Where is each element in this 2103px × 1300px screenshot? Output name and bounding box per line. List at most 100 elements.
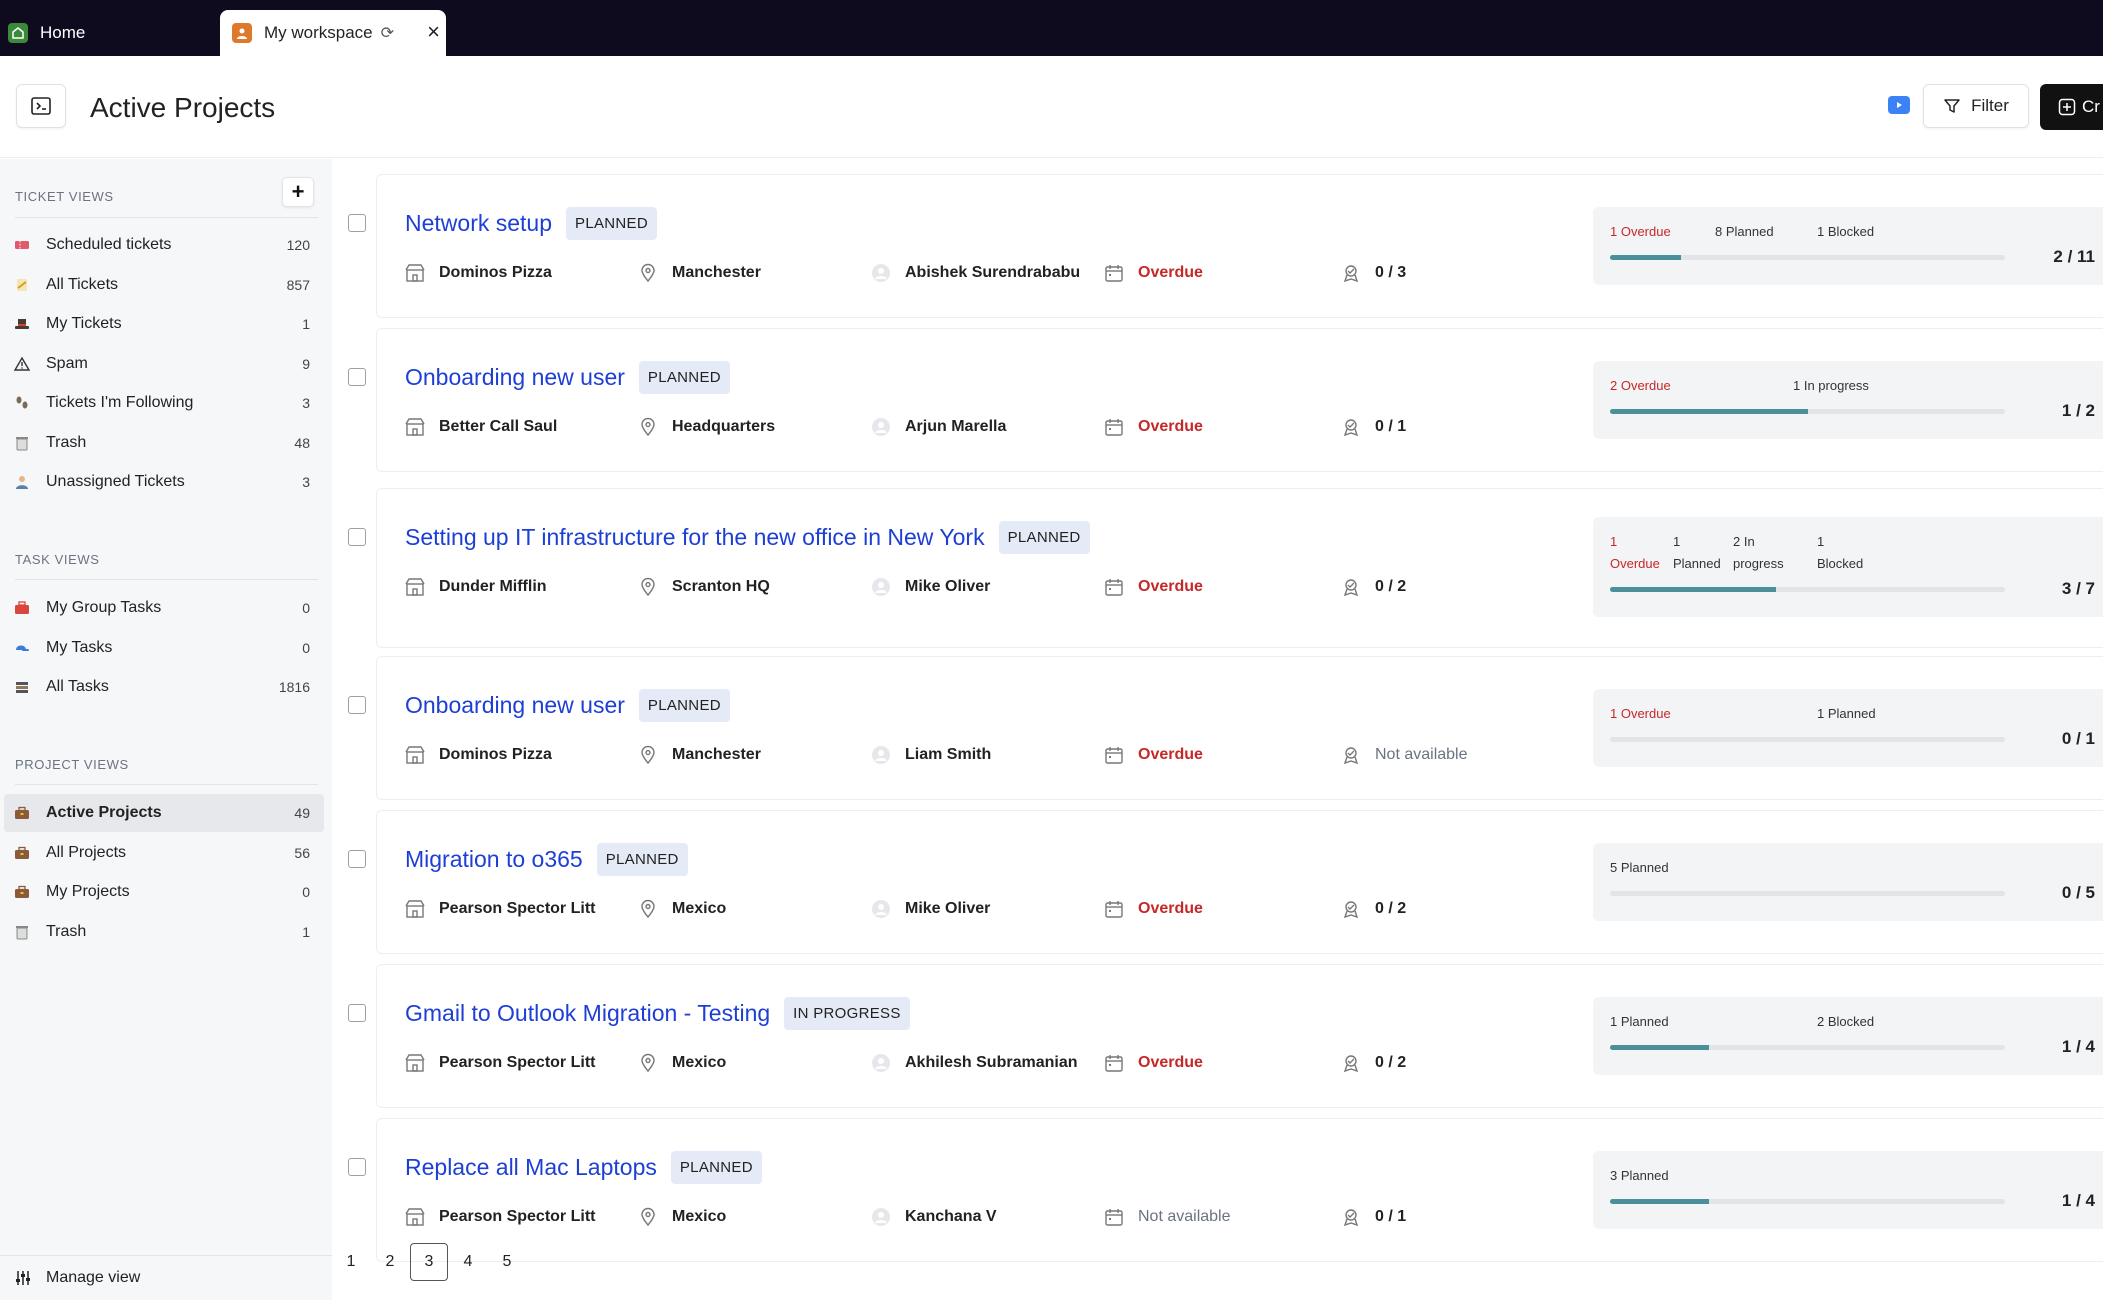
refresh-icon[interactable]: ⟳: [381, 23, 394, 43]
project-title[interactable]: Onboarding new user PLANNED: [405, 689, 730, 722]
sidebar-item-spam[interactable]: Spam 9: [4, 345, 324, 383]
trash-icon: [12, 435, 32, 451]
project-card[interactable]: Network setup PLANNED Dominos Pizza Manches…: [348, 174, 2103, 318]
progress-ratio: 1 / 4: [2061, 1191, 2095, 1210]
project-checkbox[interactable]: [348, 850, 366, 868]
sidebar-item-scheduled-tickets[interactable]: Scheduled tickets 120: [4, 226, 324, 264]
tab-my-workspace[interactable]: My workspace ⟳ ×: [220, 10, 446, 56]
progress-bar-fill: [1610, 1199, 1709, 1204]
add-view-button[interactable]: +: [282, 177, 314, 207]
project-title[interactable]: Replace all Mac Laptops PLANNED: [405, 1151, 762, 1184]
project-title-link[interactable]: Network setup: [405, 210, 552, 237]
assignee: Mike Oliver: [871, 899, 990, 919]
video-icon[interactable]: [1888, 96, 1910, 114]
page-3-button[interactable]: 3: [410, 1243, 448, 1281]
manage-view-button[interactable]: Manage view: [0, 1255, 332, 1300]
project-title[interactable]: Setting up IT infrastructure for the new…: [405, 521, 1090, 554]
sidebar-item-label: My Group Tasks: [46, 599, 162, 616]
sidebar-item-my-projects[interactable]: My Projects 0: [4, 873, 324, 911]
project-checkbox[interactable]: [348, 696, 366, 714]
sidebar-toggle-button[interactable]: [16, 84, 66, 128]
sidebar-item-my-tasks[interactable]: My Tasks 0: [4, 629, 324, 667]
project-checkbox[interactable]: [348, 368, 366, 386]
progress-summary: 5 Planned 0 / 5: [1593, 843, 2103, 921]
sidebar-item-tickets-i-m-following[interactable]: Tickets I'm Following 3: [4, 384, 324, 422]
due-date: Overdue: [1104, 1053, 1203, 1073]
progress-label-line: 8 Planned: [1715, 224, 1774, 239]
company: Pearson Spector Litt: [405, 1053, 595, 1073]
sidebar-item-all-projects[interactable]: All Projects 56: [4, 834, 324, 872]
sidebar-item-all-tickets[interactable]: All Tickets 857: [4, 266, 324, 304]
project-card[interactable]: Onboarding new user PLANNED Better Call Sa…: [348, 328, 2103, 472]
project-checkbox[interactable]: [348, 214, 366, 232]
calendar-icon: [1104, 263, 1138, 283]
create-button[interactable]: Cr: [2040, 84, 2103, 130]
progress-label-line: Planned: [1673, 556, 1721, 571]
trash-icon: [12, 924, 32, 940]
project-title[interactable]: Network setup PLANNED: [405, 207, 657, 240]
progress-label: 2 Blocked: [1817, 1011, 1874, 1033]
sidebar-item-active-projects[interactable]: Active Projects 49: [4, 794, 324, 832]
project-title[interactable]: Onboarding new user PLANNED: [405, 361, 730, 394]
filter-button[interactable]: Filter: [1923, 84, 2029, 128]
project-card[interactable]: Onboarding new user PLANNED Dominos Pizza M…: [348, 656, 2103, 800]
project-title-link[interactable]: Setting up IT infrastructure for the new…: [405, 524, 985, 551]
due-date: Overdue: [1104, 417, 1203, 437]
page-4-button[interactable]: 4: [449, 1243, 487, 1281]
sidebar-item-my-group-tasks[interactable]: My Group Tasks 0: [4, 589, 324, 627]
progress-ratio: 1 / 4: [2061, 1037, 2095, 1056]
avatar-icon: [871, 1053, 905, 1073]
avatar-icon: [871, 899, 905, 919]
project-title-link[interactable]: Gmail to Outlook Migration - Testing: [405, 1000, 770, 1027]
divider: [15, 579, 318, 580]
project-title-link[interactable]: Onboarding new user: [405, 364, 625, 391]
project-title-link[interactable]: Replace all Mac Laptops: [405, 1154, 657, 1181]
progress-ratio: 0 / 5: [2061, 883, 2095, 902]
location-value: Headquarters: [672, 418, 776, 435]
close-icon[interactable]: ×: [427, 21, 440, 43]
sidebar-item-all-tasks[interactable]: All Tasks 1816: [4, 668, 324, 706]
project-title-link[interactable]: Migration to o365: [405, 846, 583, 873]
project-title[interactable]: Migration to o365 PLANNED: [405, 843, 688, 876]
sidebar-item-label: All Tasks: [46, 678, 109, 695]
project-title[interactable]: Gmail to Outlook Migration - Testing IN P…: [405, 997, 910, 1030]
project-title-link[interactable]: Onboarding new user: [405, 692, 625, 719]
page-1-button[interactable]: 1: [332, 1243, 370, 1281]
hat-icon: [12, 316, 32, 332]
page-5-button[interactable]: 5: [488, 1243, 526, 1281]
calendar-icon: [1104, 1053, 1138, 1073]
page-2-button[interactable]: 2: [371, 1243, 409, 1281]
pagination: 12345: [332, 1242, 527, 1282]
sidebar-item-count: 3: [302, 395, 310, 411]
project-card[interactable]: Setting up IT infrastructure for the new…: [348, 488, 2103, 648]
sidebar-item-count: 0: [302, 884, 310, 900]
project-card[interactable]: Migration to o365 PLANNED Pearson Spector …: [348, 810, 2103, 954]
progress-label: 1 Blocked: [1817, 221, 1874, 243]
progress-label-line: Overdue: [1610, 556, 1660, 571]
sidebar-item-unassigned-tickets[interactable]: Unassigned Tickets 3: [4, 463, 324, 501]
project-checkbox[interactable]: [348, 528, 366, 546]
sidebar-item-label: Tickets I'm Following: [46, 394, 194, 411]
project-checkbox[interactable]: [348, 1158, 366, 1176]
project-card[interactable]: Replace all Mac Laptops PLANNED Pearson Sp…: [348, 1118, 2103, 1262]
project-card[interactable]: Gmail to Outlook Migration - Testing IN P…: [348, 964, 2103, 1108]
location: Manchester: [638, 745, 761, 765]
sidebar-item-trash[interactable]: Trash 48: [4, 424, 324, 462]
progress-label-line: 1 Planned: [1610, 1014, 1669, 1029]
project-checkbox[interactable]: [348, 1004, 366, 1022]
sidebar-item-trash[interactable]: Trash 1: [4, 913, 324, 951]
manage-view-label: Manage view: [46, 1269, 141, 1286]
progress-summary: 3 Planned 1 / 4: [1593, 1151, 2103, 1229]
workspace-user-icon: [232, 23, 252, 43]
tab-home[interactable]: Home: [0, 10, 220, 56]
progress-bar: [1610, 255, 2005, 260]
due-date: Not available: [1104, 1207, 1231, 1227]
progress-summary: 1 Overdue 1 Planned 0 / 1: [1593, 689, 2103, 767]
sidebar-item-label: My Tickets: [46, 315, 122, 332]
sidebar-item-count: 1: [302, 923, 310, 940]
briefcase-icon: [12, 845, 32, 861]
tasks-count-value: 0 / 1: [1375, 1208, 1407, 1225]
tasks-icon: [1341, 263, 1375, 283]
sidebar-item-my-tickets[interactable]: My Tickets 1: [4, 305, 324, 343]
avatar-icon: [871, 745, 905, 765]
